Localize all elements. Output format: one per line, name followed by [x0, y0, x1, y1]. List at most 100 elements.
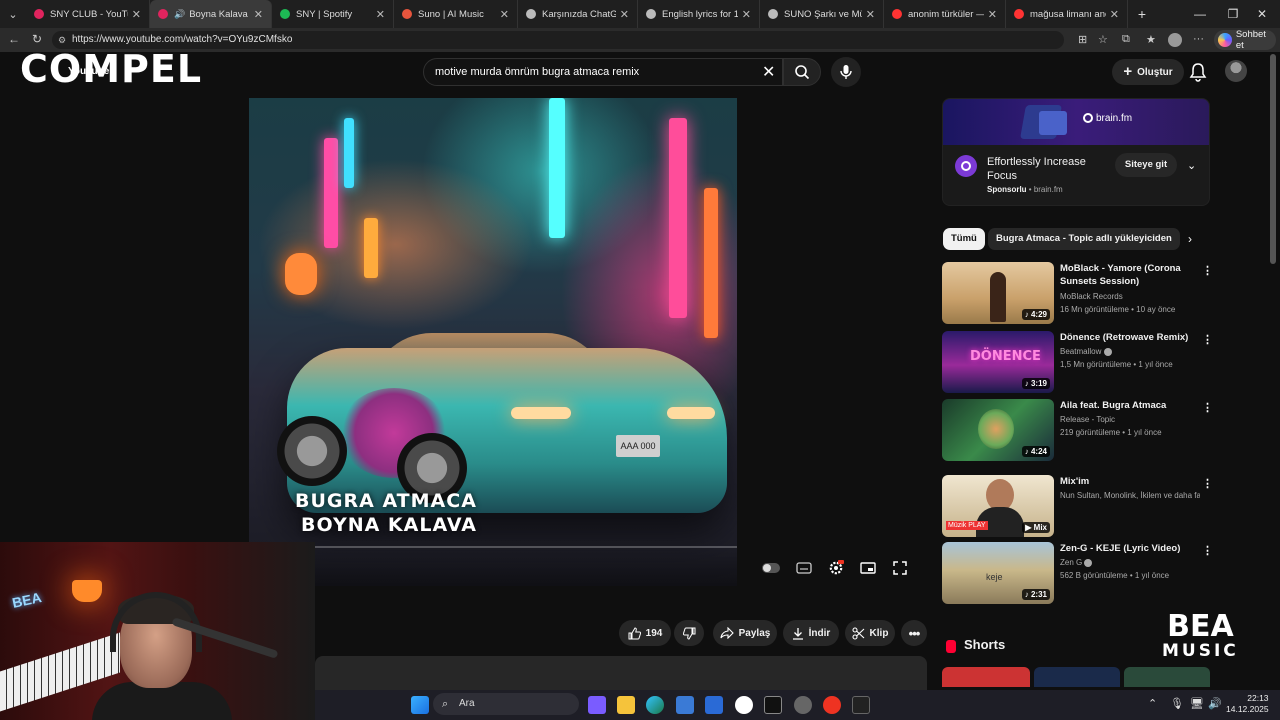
clear-search-icon[interactable]: ✕: [762, 62, 775, 82]
tray-network-icon[interactable]: 🖥: [1190, 697, 1204, 710]
new-tab-button[interactable]: +: [1128, 0, 1156, 28]
thumbnail-text: DÖNENCE: [970, 349, 1041, 364]
video-player[interactable]: AAA 000 BUGRA ATMACA BOYNA KALAVA: [249, 98, 737, 586]
tab-english-lyrics[interactable]: English lyrics for 120 BP ✕: [638, 0, 760, 28]
close-icon[interactable]: ✕: [500, 8, 509, 21]
yandex-browser-icon[interactable]: [735, 696, 753, 714]
muzik-play-badge: Müzik PLAY: [946, 521, 988, 530]
apps-icon[interactable]: ⊞: [1078, 33, 1087, 46]
clip-button[interactable]: Klip: [845, 620, 895, 646]
short-thumbnail[interactable]: [1034, 667, 1120, 687]
file-explorer-icon[interactable]: [617, 696, 635, 714]
more-vertical-icon[interactable]: ⋮: [1202, 401, 1213, 414]
page-scrollbar[interactable]: [1270, 54, 1276, 264]
recommendation-item[interactable]: DÖNENCE ♪ 3:19 Dönence (Retrowave Remix)…: [942, 331, 1213, 393]
like-button[interactable]: 194: [619, 620, 671, 646]
description-box[interactable]: [315, 656, 927, 690]
lamp: [72, 580, 102, 602]
close-icon[interactable]: ✕: [132, 8, 141, 21]
close-icon[interactable]: ✕: [866, 8, 875, 21]
dislike-button[interactable]: [674, 620, 704, 646]
taskbar-clock[interactable]: 22:13 14.12.2025: [1226, 693, 1269, 715]
extensions-icon[interactable]: ⧉: [1122, 33, 1130, 46]
visit-site-button[interactable]: Siteye git: [1115, 153, 1177, 177]
chip-all[interactable]: Tümü: [943, 228, 985, 250]
short-thumbnail[interactable]: [942, 667, 1030, 687]
tray-overflow-icon[interactable]: ⌃: [1148, 697, 1157, 710]
widgets-icon[interactable]: [588, 696, 606, 714]
fullscreen-icon[interactable]: [891, 559, 909, 577]
more-actions-button[interactable]: •••: [901, 620, 927, 646]
tab-sny-club[interactable]: SNY CLUB - YouTube ✕: [26, 0, 150, 28]
more-vertical-icon[interactable]: ⋮: [1202, 544, 1213, 557]
car-headlight: [511, 407, 571, 419]
tab-anonim-turkuler[interactable]: anonim türküler — Yand ✕: [884, 0, 1006, 28]
close-icon[interactable]: ✕: [376, 8, 385, 21]
tab-suno-sarki[interactable]: SUNO Şarkı ve Müzik Sö ✕: [760, 0, 884, 28]
tab-spotify[interactable]: SNY | Spotify ✕: [272, 0, 394, 28]
recommendation-item[interactable]: Müzik PLAY ▶ Mix Mix'im Nun Sultan, Mono…: [942, 475, 1213, 537]
url-field[interactable]: ⚙ https://www.youtube.com/watch?v=OYu9zC…: [52, 31, 1064, 49]
share-button[interactable]: Paylaş: [713, 620, 777, 646]
more-options-icon[interactable]: ···: [1193, 33, 1204, 45]
tray-volume-icon[interactable]: 🔊: [1208, 697, 1222, 710]
webcam-overlay: BEA: [0, 542, 315, 720]
youtube-logo[interactable]: YouTube: [68, 66, 109, 77]
close-icon[interactable]: ✕: [620, 8, 629, 21]
chevron-right-icon[interactable]: ›: [1188, 232, 1192, 246]
create-button[interactable]: + Oluştur: [1112, 59, 1184, 85]
sponsored-ad-card[interactable]: brain.fm Effortlessly Increase Focus Spo…: [942, 98, 1210, 206]
tab-suno[interactable]: Suno | AI Music ✕: [394, 0, 518, 28]
subtitles-icon[interactable]: [795, 559, 813, 577]
autoplay-toggle-track: [762, 563, 780, 573]
settings-gear-icon[interactable]: [827, 559, 845, 577]
notifications-bell-icon[interactable]: [1189, 62, 1207, 82]
close-icon[interactable]: ✕: [742, 8, 751, 21]
miniplayer-icon[interactable]: [859, 559, 877, 577]
settings-icon[interactable]: [794, 696, 812, 714]
close-icon[interactable]: ✕: [1110, 8, 1119, 21]
more-vertical-icon[interactable]: ⋮: [1202, 477, 1213, 490]
favorite-star-icon[interactable]: ☆: [1098, 33, 1108, 46]
windows-start-icon[interactable]: [411, 696, 429, 714]
recommendation-item[interactable]: ♪ 4:29 MoBlack - Yamore (Corona Sunsets …: [942, 262, 1213, 324]
tab-magusa-limani[interactable]: mağusa limanı anonim ✕: [1006, 0, 1128, 28]
profile-avatar[interactable]: [1168, 33, 1182, 47]
window-close-button[interactable]: ✕: [1242, 0, 1280, 28]
close-icon[interactable]: ✕: [254, 8, 263, 21]
search-input[interactable]: motive murda ömrüm bugra atmaca remix: [423, 58, 783, 86]
capcut-icon[interactable]: [764, 696, 782, 714]
close-icon[interactable]: ✕: [988, 8, 997, 21]
tab-boyna-kalava[interactable]: 🔊 Boyna Kalava - You ✕: [150, 0, 272, 28]
short-thumbnail[interactable]: [1124, 667, 1210, 687]
live-app-icon[interactable]: [852, 696, 870, 714]
search-button[interactable]: [783, 58, 821, 86]
mail-icon[interactable]: [705, 696, 723, 714]
video-thumbnail: ♪ 4:24: [942, 399, 1054, 461]
recommendation-item[interactable]: keje ♪ 2:31 Zen-G - KEJE (Lyric Video) Z…: [942, 542, 1213, 604]
video-title: Aila feat. Bugra Atmaca: [1060, 400, 1167, 411]
more-vertical-icon[interactable]: ⋮: [1202, 333, 1213, 346]
edge-browser-icon[interactable]: [646, 696, 664, 714]
voice-search-button[interactable]: [831, 57, 861, 87]
copilot-button[interactable]: Sohbet et: [1214, 29, 1276, 51]
store-icon[interactable]: [676, 696, 694, 714]
more-vertical-icon[interactable]: ⋮: [1202, 264, 1213, 277]
collections-icon[interactable]: ★: [1146, 33, 1156, 46]
opera-icon[interactable]: [823, 696, 841, 714]
compel-overlay-logo: COMPEL: [20, 47, 203, 91]
back-icon[interactable]: ←: [8, 32, 20, 46]
tab-chatgpt[interactable]: Karşınızda ChatGPT | Op ✕: [518, 0, 638, 28]
recommendation-item[interactable]: ♪ 4:24 Aila feat. Bugra Atmaca Release -…: [942, 399, 1213, 461]
chip-uploader[interactable]: Bugra Atmaca - Topic adlı yükleyiciden: [988, 228, 1180, 250]
account-avatar[interactable]: [1225, 60, 1247, 82]
brainfm-avatar-icon: [955, 155, 977, 177]
autoplay-toggle[interactable]: [762, 559, 780, 577]
tray-mic-icon[interactable]: 🎙: [1170, 697, 1184, 710]
download-button[interactable]: İndir: [783, 620, 839, 646]
taskbar-search[interactable]: ⌕ Ara: [433, 693, 579, 715]
chevron-down-icon[interactable]: ⌄: [1187, 159, 1196, 172]
tab-list-icon[interactable]: ⌄: [0, 0, 26, 28]
reload-icon[interactable]: ↻: [32, 32, 42, 46]
channel-name: Beatmallow: [1060, 347, 1112, 356]
